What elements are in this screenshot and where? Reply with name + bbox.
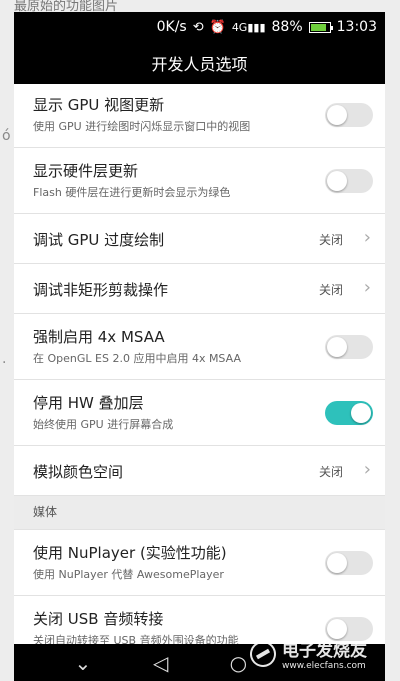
section-header-media: 媒体: [14, 496, 385, 530]
network-speed: 0K/s: [156, 19, 187, 35]
setting-title: 调试 GPU 过度绘制: [33, 231, 165, 249]
setting-title: 使用 NuPlayer (实验性功能): [33, 544, 227, 562]
setting-use-nuplayer[interactable]: 使用 NuPlayer (实验性功能) 使用 NuPlayer 代替 Aweso…: [14, 530, 385, 596]
back-icon[interactable]: ◁: [141, 651, 181, 675]
setting-title: 显示硬件层更新: [33, 162, 139, 180]
vibrate-icon: ⟲: [192, 19, 204, 35]
watermark-brand: 电子发烧友: [282, 641, 367, 661]
settings-list[interactable]: 显示 GPU 视图更新 使用 GPU 进行绘图时闪烁显示窗口中的视图 显示硬件层…: [14, 84, 385, 644]
setting-title: 模拟颜色空间: [33, 463, 124, 481]
toggle-switch[interactable]: [325, 103, 373, 127]
signal-icon: 4G▮▮▮: [231, 20, 266, 34]
toggle-switch[interactable]: [325, 551, 373, 575]
watermark-text: 电子发烧友 www.elecfans.com: [282, 636, 367, 671]
clock: 13:03: [336, 19, 377, 35]
phone-screen: 0K/s ⟲ ⏰ 4G▮▮▮ 88% 13:03 开发人员选项 显示 GPU 视…: [14, 12, 385, 681]
signal-label: 4G: [231, 20, 248, 34]
setting-show-gpu-view-updates[interactable]: 显示 GPU 视图更新 使用 GPU 进行绘图时闪烁显示窗口中的视图: [14, 84, 385, 148]
setting-title: 停用 HW 叠加层: [33, 394, 144, 412]
app-bar: 开发人员选项: [14, 42, 385, 84]
setting-subtitle: 关闭自动转接至 USB 音频外围设备的功能: [33, 634, 239, 644]
battery-percent: 88%: [271, 19, 303, 35]
toggle-switch[interactable]: [325, 335, 373, 359]
battery-icon: [308, 21, 333, 33]
setting-title: 调试非矩形剪裁操作: [33, 281, 169, 299]
background-fragment: ·: [2, 355, 7, 371]
brand-logo-icon: [245, 635, 281, 672]
watermark-url: www.elecfans.com: [282, 661, 366, 671]
setting-debug-gpu-overdraw[interactable]: 调试 GPU 过度绘制 关闭 ›: [14, 214, 385, 264]
setting-debug-non-rect-clip[interactable]: 调试非矩形剪裁操作 关闭 ›: [14, 264, 385, 314]
setting-value: 关闭: [318, 465, 343, 479]
chevron-right-icon: ›: [363, 459, 371, 480]
setting-title: 强制启用 4x MSAA: [33, 328, 165, 346]
watermark: 电子发烧友 www.elecfans.com: [245, 635, 367, 672]
setting-force-4x-msaa[interactable]: 强制启用 4x MSAA 在 OpenGL ES 2.0 应用中启用 4x MS…: [14, 314, 385, 380]
setting-subtitle: Flash 硬件层在进行更新时会显示为绿色: [33, 186, 231, 199]
alarm-icon: ⏰: [209, 19, 226, 35]
page-title: 开发人员选项: [151, 55, 248, 74]
background-fragment: ó: [2, 128, 11, 144]
chevron-right-icon: ›: [363, 227, 371, 248]
setting-simulate-color-space[interactable]: 模拟颜色空间 关闭 ›: [14, 446, 385, 496]
setting-subtitle: 在 OpenGL ES 2.0 应用中启用 4x MSAA: [33, 352, 241, 365]
setting-show-hardware-layer-updates[interactable]: 显示硬件层更新 Flash 硬件层在进行更新时会显示为绿色: [14, 148, 385, 214]
toggle-switch[interactable]: [325, 401, 373, 425]
setting-value: 关闭: [318, 233, 343, 247]
chevron-right-icon: ›: [363, 277, 371, 298]
setting-subtitle: 始终使用 GPU 进行屏幕合成: [33, 418, 174, 431]
setting-value: 关闭: [318, 283, 343, 297]
toggle-switch[interactable]: [325, 169, 373, 193]
setting-disable-hw-overlays[interactable]: 停用 HW 叠加层 始终使用 GPU 进行屏幕合成: [14, 380, 385, 446]
chevron-down-icon[interactable]: ⌄: [63, 651, 103, 675]
setting-subtitle: 使用 NuPlayer 代替 AwesomePlayer: [33, 568, 224, 581]
setting-subtitle: 使用 GPU 进行绘图时闪烁显示窗口中的视图: [33, 120, 251, 133]
setting-title: 关闭 USB 音频转接: [33, 610, 164, 628]
setting-title: 显示 GPU 视图更新: [33, 96, 165, 114]
status-bar: 0K/s ⟲ ⏰ 4G▮▮▮ 88% 13:03: [14, 12, 385, 42]
